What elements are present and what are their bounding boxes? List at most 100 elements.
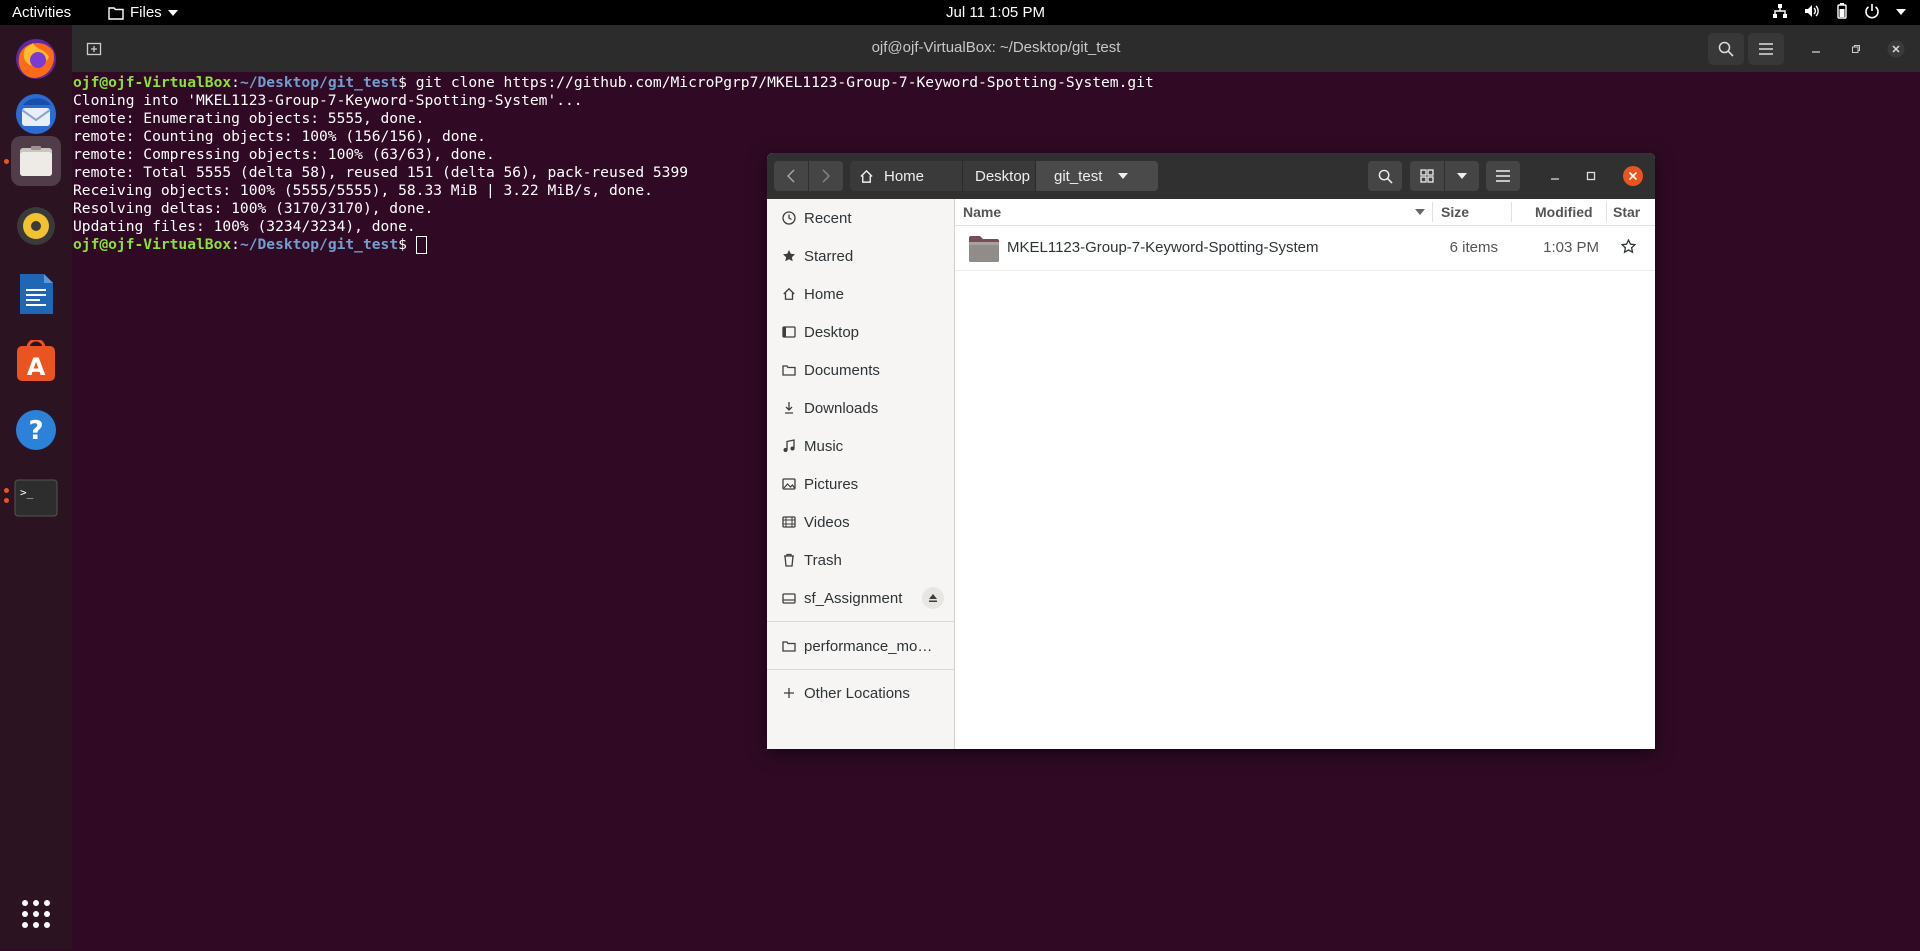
sidebar-item-starred[interactable]: Starred (767, 237, 954, 275)
sidebar-item-pictures[interactable]: Pictures (767, 465, 954, 503)
sidebar-item-label: Trash (804, 551, 842, 569)
music-icon (781, 438, 797, 454)
table-row[interactable]: MKEL1123-Group-7-Keyword-Spotting-System… (955, 226, 1655, 271)
sidebar-separator (767, 669, 954, 670)
back-button[interactable] (774, 161, 808, 191)
sidebar-item-label: Downloads (804, 399, 879, 417)
firefox-icon (16, 39, 56, 79)
clock[interactable]: Jul 11 1:05 PM (946, 4, 1045, 21)
column-divider (1511, 202, 1512, 222)
caret-down-icon (1457, 173, 1467, 179)
breadcrumb-desktop[interactable]: Desktop (962, 161, 1030, 191)
sidebar-item-label: Pictures (804, 475, 859, 493)
column-divider (1606, 202, 1607, 222)
star-toggle[interactable] (1620, 238, 1637, 258)
eject-button[interactable] (922, 587, 944, 609)
close-button[interactable] (1621, 161, 1645, 191)
battery-icon (1837, 3, 1847, 19)
files-headerbar: Home Desktop git_test (767, 153, 1655, 199)
terminal-close-button[interactable] (1878, 33, 1914, 65)
terminal-menu-button[interactable] (1748, 33, 1784, 65)
main-menu-button[interactable] (1486, 161, 1520, 191)
breadcrumb-git-test[interactable]: git_test (1035, 161, 1158, 191)
output-line: Cloning into 'MKEL1123-Group-7-Keyword-S… (73, 92, 583, 109)
breadcrumb-git-test-label: git_test (1054, 167, 1103, 185)
column-name[interactable]: Name (963, 204, 1001, 220)
dock-software[interactable]: A (11, 337, 61, 387)
output-line: remote: Counting objects: 100% (156/156)… (73, 128, 486, 145)
view-options-button[interactable] (1445, 161, 1479, 191)
sidebar-item-sf-assignment[interactable]: sf_Assignment (767, 579, 954, 617)
plus-icon (781, 685, 797, 701)
dock-terminal[interactable]: >_ (11, 473, 61, 523)
caret-down-icon (1896, 9, 1906, 15)
hamburger-icon (1759, 43, 1773, 55)
view-grid-button[interactable] (1410, 161, 1444, 191)
terminal-title: ojf@ojf-VirtualBox: ~/Desktop/git_test (871, 39, 1121, 56)
chevron-left-icon (787, 169, 795, 183)
system-tray[interactable] (1772, 3, 1906, 19)
activities-button[interactable]: Activities (12, 4, 71, 21)
sidebar-item-other-locations[interactable]: Other Locations (767, 674, 954, 712)
column-modified[interactable]: Modified (1535, 204, 1593, 220)
trash-icon (781, 552, 797, 568)
sidebar-item-videos[interactable]: Videos (767, 503, 954, 541)
terminal-icon: >_ (14, 479, 58, 517)
search-icon (1378, 169, 1393, 184)
svg-text:>_: >_ (20, 486, 34, 499)
column-size[interactable]: Size (1441, 204, 1469, 220)
sort-descending-icon (1415, 209, 1425, 215)
forward-button[interactable] (809, 161, 843, 191)
software-center-icon: A (17, 340, 55, 381)
sidebar-item-home[interactable]: Home (767, 275, 954, 313)
sidebar-item-trash[interactable]: Trash (767, 541, 954, 579)
column-star[interactable]: Star (1613, 204, 1640, 220)
sidebar-item-label: Desktop (804, 323, 860, 341)
places-sidebar: Recent Starred Home Desktop Documents Do… (767, 199, 955, 749)
app-menu-files[interactable]: Files (108, 4, 178, 21)
text-cursor (415, 236, 427, 254)
sidebar-item-music[interactable]: Music (767, 427, 954, 465)
sidebar-item-label: performance_mo… (804, 637, 933, 655)
sidebar-item-recent[interactable]: Recent (767, 199, 954, 237)
running-indicator (4, 159, 9, 164)
sidebar-item-downloads[interactable]: Downloads (767, 389, 954, 427)
desktop-icon (781, 324, 797, 340)
dock-writer[interactable] (11, 269, 61, 319)
document-icon (781, 362, 797, 378)
dock-help[interactable]: ? (11, 405, 61, 455)
app-grid-icon (22, 900, 50, 928)
top-bar: Activities Files Jul 11 1:05 PM (0, 0, 1920, 25)
dock-firefox[interactable] (11, 33, 61, 83)
terminal-minimize-button[interactable] (1798, 33, 1834, 65)
file-size: 6 items (1449, 239, 1498, 256)
sidebar-item-performance[interactable]: performance_mo… (767, 627, 954, 665)
search-button[interactable] (1368, 161, 1402, 191)
sidebar-item-label: sf_Assignment (804, 589, 903, 607)
terminal-maximize-button[interactable] (1838, 33, 1874, 65)
caret-down-icon (167, 9, 178, 16)
sidebar-item-documents[interactable]: Documents (767, 351, 954, 389)
volume-icon (1805, 5, 1819, 17)
dock-rhythmbox[interactable] (11, 201, 61, 251)
terminal-search-button[interactable] (1708, 33, 1744, 65)
running-indicator (4, 488, 9, 493)
sidebar-item-label: Starred (804, 247, 854, 265)
minimize-button[interactable] (1545, 161, 1565, 191)
breadcrumb-home[interactable]: Home (859, 161, 924, 191)
video-icon (781, 514, 797, 530)
maximize-button[interactable] (1581, 161, 1601, 191)
sidebar-item-label: Other Locations (804, 684, 910, 702)
sidebar-item-desktop[interactable]: Desktop (767, 313, 954, 351)
dock-thunderbird[interactable] (11, 89, 61, 139)
minimize-icon (1812, 51, 1820, 53)
search-icon (1718, 41, 1734, 57)
show-apps-button[interactable] (11, 889, 61, 939)
dock-files[interactable] (11, 136, 61, 186)
grid-view-icon (1420, 169, 1434, 183)
breadcrumb-home-label: Home (884, 167, 925, 185)
writer-icon (20, 274, 53, 314)
clock-icon (781, 210, 797, 226)
maximize-icon (1586, 171, 1596, 181)
rhythmbox-icon (17, 207, 55, 245)
